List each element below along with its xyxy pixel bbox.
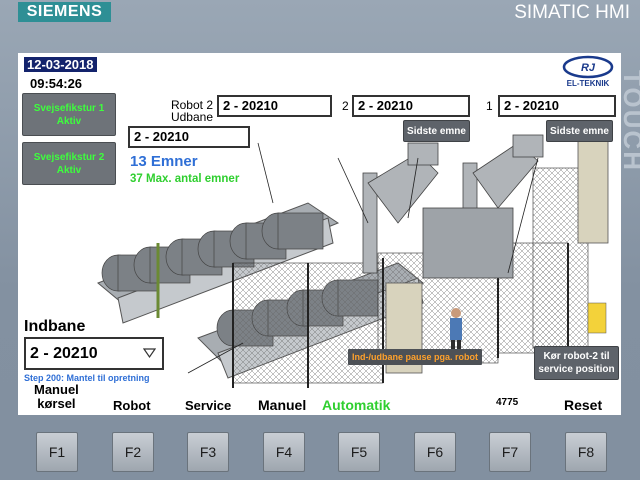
lane-2-number: 2	[342, 99, 349, 113]
menu-robot[interactable]: Robot	[113, 398, 151, 413]
robot-2-udbane-label: Robot 2 Udbane	[170, 98, 213, 124]
f7-key[interactable]: F7	[489, 432, 531, 472]
indbane-select[interactable]: 2 - 20210	[24, 337, 164, 370]
pause-banner: Ind-/udbane pause pga. robot	[348, 349, 482, 365]
cycle-counter: 4775	[496, 397, 519, 408]
max-pieces-label: 37 Max. antal emner	[130, 173, 240, 185]
menu-manuel-korsel[interactable]: Manuel kørsel	[34, 383, 79, 411]
date-display: 12-03-2018	[24, 57, 97, 72]
logo-text: EL-TEKNIK	[567, 79, 610, 88]
simatic-hmi-label: SIMATIC HMI	[514, 2, 630, 23]
f8-key[interactable]: F8	[565, 432, 607, 472]
menu-automatik[interactable]: Automatik	[322, 397, 390, 413]
last-piece-button-1[interactable]: Sidste emne	[546, 120, 613, 142]
chevron-down-icon[interactable]	[143, 347, 156, 359]
robot-service-button[interactable]: Kør robot-2 til service position	[534, 346, 619, 380]
indbane-label: Indbane	[24, 318, 86, 335]
svg-text:RJ: RJ	[581, 62, 596, 74]
lane-1-number: 1	[486, 99, 493, 113]
last-piece-button-2[interactable]: Sidste emne	[403, 120, 470, 142]
f1-key[interactable]: F1	[36, 432, 78, 472]
f6-key[interactable]: F6	[414, 432, 456, 472]
f2-key[interactable]: F2	[112, 432, 154, 472]
yellow-safety-post	[587, 302, 607, 334]
indbane-value: 2 - 20210	[30, 345, 98, 362]
pieces-count: 13 Emner	[130, 153, 198, 170]
lane-1-field[interactable]: 2 - 20210	[498, 95, 616, 117]
company-logo: RJ EL-TEKNIK	[562, 55, 614, 88]
robot-2-udbane-field[interactable]: 2 - 20210	[217, 95, 332, 117]
menu-reset[interactable]: Reset	[564, 397, 602, 413]
time-display: 09:54:26	[30, 76, 83, 91]
hmi-bezel: SIEMENS SIMATIC HMI TOUCH 12-03-2018 09:…	[0, 0, 640, 480]
hmi-screen: 12-03-2018 09:54:26 RJ EL-TEKNIK Svejsef…	[18, 53, 621, 415]
infeed-field[interactable]: 2 - 20210	[128, 126, 250, 148]
menu-service[interactable]: Service	[185, 398, 231, 413]
menu-manuel[interactable]: Manuel	[258, 397, 306, 413]
f5-key[interactable]: F5	[338, 432, 380, 472]
f3-key[interactable]: F3	[187, 432, 229, 472]
siemens-logo: SIEMENS	[18, 2, 111, 22]
lane-2-field[interactable]: 2 - 20210	[352, 95, 470, 117]
f4-key[interactable]: F4	[263, 432, 305, 472]
